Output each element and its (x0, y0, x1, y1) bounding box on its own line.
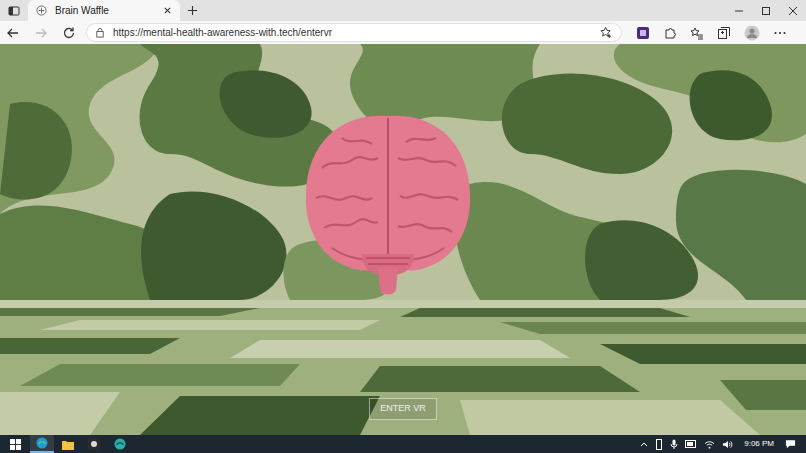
volume-icon[interactable] (722, 440, 733, 449)
edge-dev-icon[interactable] (108, 435, 132, 453)
windows-start-icon[interactable] (6, 439, 24, 450)
file-explorer-icon[interactable] (56, 435, 80, 453)
usb-icon[interactable] (655, 439, 663, 450)
favorites-icon[interactable] (690, 26, 704, 40)
browser-window: Brain Waffle https://mental-health-aware… (0, 0, 806, 453)
battery-icon[interactable] (685, 440, 697, 448)
reload-icon[interactable] (62, 26, 76, 40)
vr-scene[interactable]: ENTER VR (0, 44, 806, 435)
clock-time[interactable]: 9:06 PM (740, 438, 778, 450)
show-hidden-icons-icon[interactable] (640, 440, 648, 448)
lock-icon[interactable] (95, 27, 105, 38)
address-bar[interactable]: https://mental-health-awareness-with.tec… (86, 23, 622, 42)
brain-model[interactable] (302, 108, 474, 298)
enter-vr-row: ENTER VR (0, 398, 806, 420)
tab-actions-icon[interactable] (0, 5, 28, 17)
toolbar: https://mental-health-awareness-with.tec… (0, 21, 806, 44)
terminal-app-icon[interactable] (82, 435, 106, 453)
edge-app-icon[interactable] (30, 435, 54, 453)
tab-strip: Brain Waffle (0, 0, 806, 21)
forward-icon (34, 26, 48, 40)
url-text: https://mental-health-awareness-with.tec… (113, 25, 592, 40)
taskbar: 9:06 PM (0, 435, 806, 453)
close-tab-icon[interactable] (163, 6, 172, 15)
extensions-icon[interactable] (663, 26, 677, 40)
back-icon[interactable] (6, 26, 20, 40)
add-favorite-icon[interactable] (600, 26, 613, 39)
maximize-icon[interactable] (752, 0, 779, 21)
extension-icon[interactable] (636, 26, 650, 40)
enter-vr-button[interactable]: ENTER VR (369, 398, 437, 420)
new-tab-icon[interactable] (180, 5, 204, 16)
favicon-icon (36, 5, 47, 16)
wifi-icon[interactable] (704, 440, 715, 449)
browser-tab[interactable]: Brain Waffle (28, 0, 180, 21)
notifications-icon[interactable] (785, 439, 800, 449)
collections-icon[interactable] (717, 26, 731, 40)
microphone-icon[interactable] (670, 439, 678, 450)
tab-label: Brain Waffle (55, 3, 155, 18)
close-window-icon[interactable] (779, 0, 806, 21)
profile-icon[interactable] (744, 25, 760, 41)
more-icon[interactable] (773, 26, 787, 40)
minimize-icon[interactable] (725, 0, 752, 21)
